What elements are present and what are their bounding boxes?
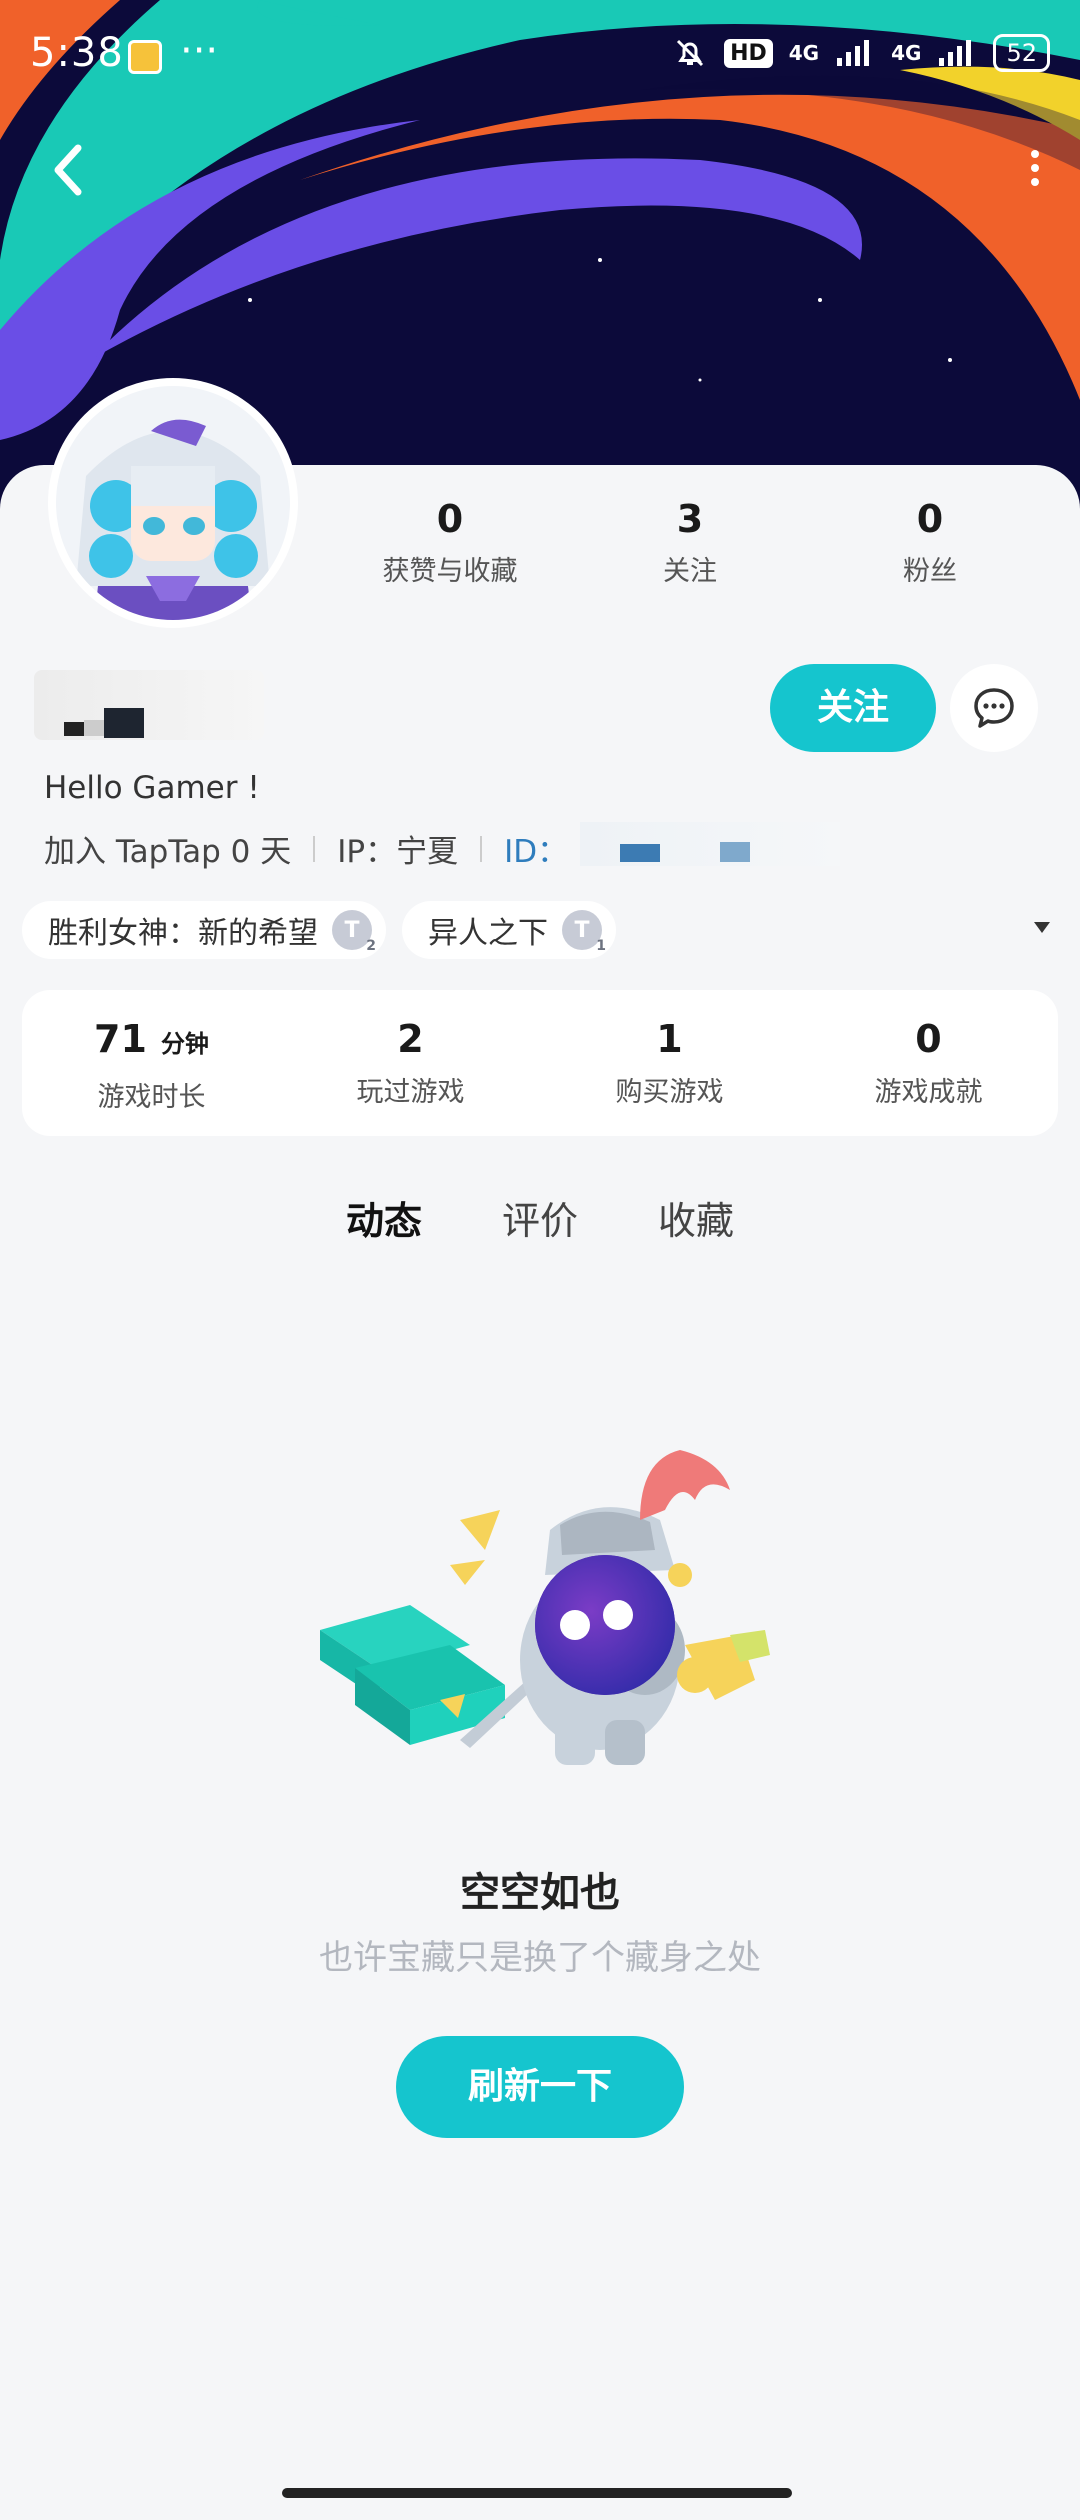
status-bar: 5:38 ··· HD 4G 4G 52 <box>0 0 1080 110</box>
status-more-dots: ··· <box>180 28 219 74</box>
stat-label: 玩过游戏 <box>356 1077 465 1108</box>
user-bio: Hello Gamer ! <box>44 770 260 806</box>
message-button[interactable] <box>950 664 1038 752</box>
played-games-stat[interactable]: 2 玩过游戏 <box>281 990 540 1136</box>
ip-location: IP：宁夏 <box>337 834 459 870</box>
chat-bubble-icon <box>974 688 1014 728</box>
user-id-redacted <box>580 822 840 866</box>
signal-4g-1: 4G <box>788 41 820 65</box>
tab-posts[interactable]: 动态 <box>345 1190 422 1255</box>
following-stat[interactable]: 3 关注 <box>570 495 810 588</box>
follow-button[interactable]: 关注 <box>770 664 936 752</box>
stat-label: 获赞与收藏 <box>382 556 518 587</box>
tab-reviews[interactable]: 评价 <box>502 1190 578 1255</box>
status-time: 5:38 <box>30 30 124 76</box>
empty-state-title: 空空如也 <box>460 1870 620 1916</box>
stat-label: 游戏时长 <box>97 1082 206 1113</box>
game-tag[interactable]: 异人之下 T1 <box>402 901 616 959</box>
hd-icon: HD <box>724 38 773 68</box>
stat-value: 2 <box>397 1017 424 1061</box>
game-tag[interactable]: 胜利女神：新的希望 T2 <box>22 901 386 959</box>
signal-bars-icon <box>939 40 972 66</box>
expand-tags-caret-icon[interactable] <box>1034 922 1050 933</box>
more-options-button[interactable] <box>1020 148 1050 188</box>
refresh-button[interactable]: 刷新一下 <box>396 2036 684 2138</box>
achievements-stat[interactable]: 0 游戏成就 <box>799 990 1058 1136</box>
notification-app-icon <box>128 40 162 74</box>
chevron-left-icon <box>54 144 82 196</box>
purchased-games-stat[interactable]: 1 购买游戏 <box>540 990 799 1136</box>
stat-label: 购买游戏 <box>615 1077 724 1108</box>
tap-level-badge-icon: T2 <box>332 910 376 954</box>
empty-state-subtitle: 也许宝藏只是换了个藏身之处 <box>319 1938 761 1978</box>
stat-label: 粉丝 <box>903 556 957 587</box>
signal-4g-2: 4G <box>891 41 922 65</box>
username-redacted <box>34 670 264 740</box>
tap-level-badge-icon: T1 <box>562 910 606 954</box>
likes-stat[interactable]: 0 获赞与收藏 <box>330 495 570 588</box>
social-stats: 0 获赞与收藏 3 关注 0 粉丝 <box>330 495 1050 588</box>
battery-indicator: 52 <box>993 34 1050 72</box>
user-meta: 加入 TapTap 0 天 IP：宁夏 ID： <box>44 826 568 871</box>
stat-value: 0 <box>915 1017 942 1061</box>
status-right-icons: HD 4G 4G 52 <box>672 34 1050 72</box>
stat-label: 关注 <box>663 556 717 587</box>
divider <box>480 835 483 862</box>
vertical-dots-icon <box>1031 150 1039 186</box>
signal-bars-icon <box>837 40 870 66</box>
divider <box>313 835 316 862</box>
avatar-image <box>56 386 290 620</box>
tab-favorites[interactable]: 收藏 <box>658 1190 734 1255</box>
mute-bell-icon <box>677 39 704 67</box>
join-days: 加入 TapTap 0 天 <box>44 834 292 870</box>
game-tag-label: 胜利女神：新的希望 <box>48 916 318 951</box>
stat-value: 0 <box>436 497 464 541</box>
game-tags: 胜利女神：新的希望 T2 异人之下 T1 <box>22 900 1062 960</box>
back-button[interactable] <box>48 140 88 200</box>
stat-value: 3 <box>676 497 704 541</box>
play-time-stat[interactable]: 71 分钟 游戏时长 <box>22 990 281 1136</box>
user-id-label[interactable]: ID： <box>504 826 568 871</box>
avatar[interactable] <box>48 378 298 628</box>
content-tabs: 动态 评价 收藏 <box>0 1190 1080 1255</box>
home-indicator[interactable] <box>282 2488 792 2498</box>
empty-state-knight-illustration <box>320 1450 770 1765</box>
stat-value: 1 <box>656 1017 683 1061</box>
followers-stat[interactable]: 0 粉丝 <box>810 495 1050 588</box>
stat-label: 游戏成就 <box>874 1077 983 1108</box>
stat-value: 0 <box>916 497 944 541</box>
stat-unit: 分钟 <box>160 1030 209 1058</box>
game-stats-card: 71 分钟 游戏时长 2 玩过游戏 1 购买游戏 0 游戏成就 <box>22 990 1058 1136</box>
stat-value: 71 <box>94 1017 147 1061</box>
game-tag-label: 异人之下 <box>428 916 548 951</box>
